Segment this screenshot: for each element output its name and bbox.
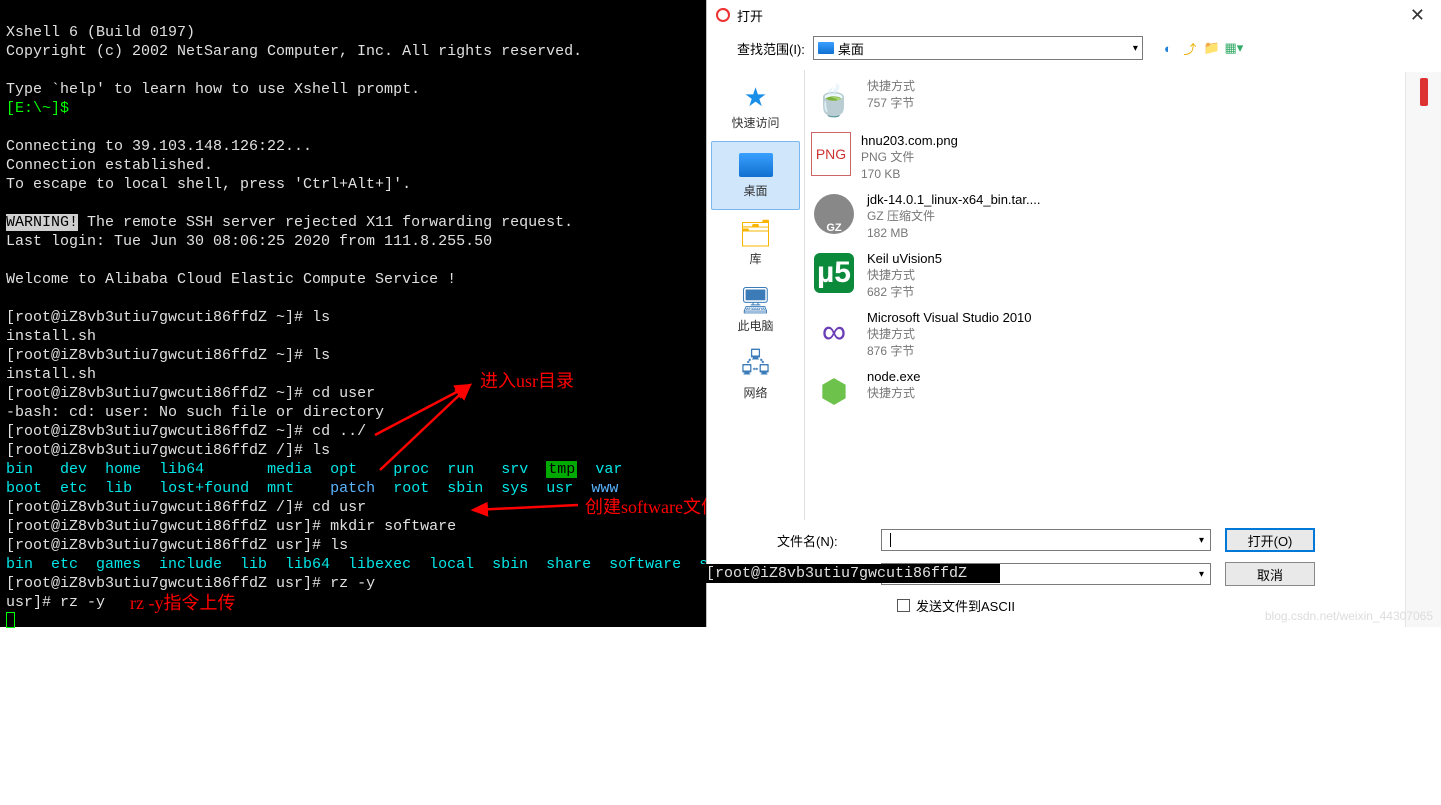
star-icon: ★ bbox=[736, 80, 776, 114]
list-item[interactable]: ⬢node.exe快捷方式 bbox=[809, 364, 1435, 418]
prompt: [root@iZ8vb3utiu7gwcuti86ffdZ ~]# bbox=[6, 385, 303, 402]
app-icon bbox=[715, 7, 731, 23]
local-prompt: [E:\~]$ bbox=[6, 100, 69, 117]
list-item[interactable]: 🍵快捷方式757 字节 bbox=[809, 74, 1435, 128]
term-header: Xshell 6 (Build 0197) Copyright (c) 2002… bbox=[6, 24, 582, 98]
prompt: [root@iZ8vb3utiu7gwcuti86ffdZ usr]# bbox=[6, 518, 321, 535]
desktop-icon bbox=[818, 42, 834, 54]
cancel-button[interactable]: 取消 bbox=[1225, 562, 1315, 586]
list-item[interactable]: µ5Keil uVision5快捷方式682 字节 bbox=[809, 246, 1435, 305]
ascii-checkbox[interactable] bbox=[897, 599, 910, 612]
folder-icon: 🗂 bbox=[736, 216, 776, 250]
place-desktop[interactable]: 桌面 bbox=[711, 141, 800, 210]
place-thispc[interactable]: 🖥此电脑 bbox=[707, 277, 804, 344]
node-icon: ⬢ bbox=[811, 368, 857, 414]
right-pane bbox=[1405, 72, 1441, 627]
terminal-status-overlap: [root@iZ8vb3utiu7gwcuti86ffdZ bbox=[700, 564, 1000, 583]
place-quickaccess[interactable]: ★快速访问 bbox=[707, 74, 804, 141]
filename-input[interactable]: ▾ bbox=[881, 529, 1211, 551]
prompt: [root@iZ8vb3utiu7gwcuti86ffdZ usr]# bbox=[6, 537, 321, 554]
view-icon[interactable]: ▦▾ bbox=[1225, 39, 1243, 57]
keil-icon: µ5 bbox=[811, 250, 857, 296]
file-list[interactable]: 🍵快捷方式757 字节 PNGhnu203.com.pngPNG 文件170 K… bbox=[805, 70, 1441, 520]
err-out: -bash: cd: user: No such file or directo… bbox=[6, 404, 384, 421]
up-icon[interactable]: ⤴ bbox=[1181, 39, 1199, 57]
warning-tag: WARNING! bbox=[6, 214, 78, 231]
welcome: Welcome to Alibaba Cloud Elastic Compute… bbox=[6, 271, 456, 288]
lookin-value: 桌面 bbox=[838, 39, 864, 58]
open-button[interactable]: 打开(O) bbox=[1225, 528, 1315, 552]
conn-lines: Connecting to 39.103.148.126:22... Conne… bbox=[6, 138, 411, 193]
open-file-dialog: 打开 ✕ 查找范围(I): 桌面 ▾ ◐ ⤴ 📁 ▦▾ ★快速访问 桌面 🗂库 … bbox=[706, 0, 1441, 627]
places-bar: ★快速访问 桌面 🗂库 🖥此电脑 🖧网络 bbox=[707, 70, 805, 520]
watermark: blog.csdn.net/weixin_44307065 bbox=[1265, 609, 1433, 623]
ls-out: install.sh bbox=[6, 328, 96, 345]
chevron-down-icon: ▾ bbox=[1199, 535, 1204, 546]
place-libraries[interactable]: 🗂库 bbox=[707, 210, 804, 277]
prompt: [root@iZ8vb3utiu7gwcuti86ffdZ /]# bbox=[6, 499, 303, 516]
ascii-label: 发送文件到ASCII bbox=[916, 596, 1015, 615]
list-item[interactable]: PNGhnu203.com.pngPNG 文件170 KB bbox=[809, 128, 1435, 187]
list-item[interactable]: GZjdk-14.0.1_linux-x64_bin.tar....GZ 压缩文… bbox=[809, 187, 1435, 246]
close-button[interactable]: ✕ bbox=[1402, 5, 1433, 26]
toolbar-icons: ◐ ⤴ 📁 ▦▾ bbox=[1159, 39, 1243, 57]
prompt: [root@iZ8vb3utiu7gwcuti86ffdZ ~]# bbox=[6, 423, 303, 440]
network-icon: 🖧 bbox=[736, 350, 776, 384]
png-icon: PNG bbox=[811, 132, 851, 176]
desktop-icon bbox=[736, 148, 776, 182]
newfolder-icon[interactable]: 📁 bbox=[1203, 39, 1221, 57]
prompt: [root@iZ8vb3utiu7gwcuti86ffdZ ~]# bbox=[6, 309, 303, 326]
last-login: Last login: Tue Jun 30 08:06:25 2020 fro… bbox=[6, 233, 492, 250]
prompt: [root@iZ8vb3utiu7gwcuti86ffdZ usr]# bbox=[6, 575, 321, 592]
chevron-down-icon: ▾ bbox=[1199, 569, 1204, 580]
root-ls-row1: bin dev home lib64 media opt proc run sr… bbox=[6, 461, 622, 478]
place-network[interactable]: 🖧网络 bbox=[707, 344, 804, 411]
lookin-combo[interactable]: 桌面 ▾ bbox=[813, 36, 1143, 60]
cursor bbox=[6, 612, 15, 628]
dialog-title: 打开 bbox=[737, 6, 763, 25]
vs-icon: ∞ bbox=[811, 309, 857, 355]
dialog-titlebar[interactable]: 打开 ✕ bbox=[707, 0, 1441, 30]
red-tab-icon bbox=[1420, 78, 1428, 106]
gz-icon: GZ bbox=[811, 191, 857, 237]
filename-label: 文件名(N): bbox=[777, 531, 867, 550]
pc-icon: 🖥 bbox=[736, 283, 776, 317]
xshell-terminal[interactable]: Xshell 6 (Build 0197) Copyright (c) 2002… bbox=[0, 0, 706, 627]
usr-ls: bin etc games include lib lib64 libexec … bbox=[6, 556, 708, 573]
lookin-label: 查找范围(I): bbox=[737, 39, 805, 58]
root-ls-row2: boot etc lib lost+found mnt patch root s… bbox=[6, 480, 618, 497]
prompt-short: usr]# bbox=[6, 594, 51, 611]
ls-out: install.sh bbox=[6, 366, 96, 383]
prompt: [root@iZ8vb3utiu7gwcuti86ffdZ ~]# bbox=[6, 347, 303, 364]
back-icon[interactable]: ◐ bbox=[1159, 39, 1177, 57]
list-item[interactable]: ∞Microsoft Visual Studio 2010快捷方式876 字节 bbox=[809, 305, 1435, 364]
annotation-usr: 进入usr目录 bbox=[480, 372, 574, 391]
chevron-down-icon: ▾ bbox=[1133, 43, 1138, 54]
prompt: [root@iZ8vb3utiu7gwcuti86ffdZ /]# bbox=[6, 442, 303, 459]
teapot-icon: 🍵 bbox=[811, 78, 857, 124]
annotation-rz: rz -y指令上传 bbox=[130, 594, 235, 613]
